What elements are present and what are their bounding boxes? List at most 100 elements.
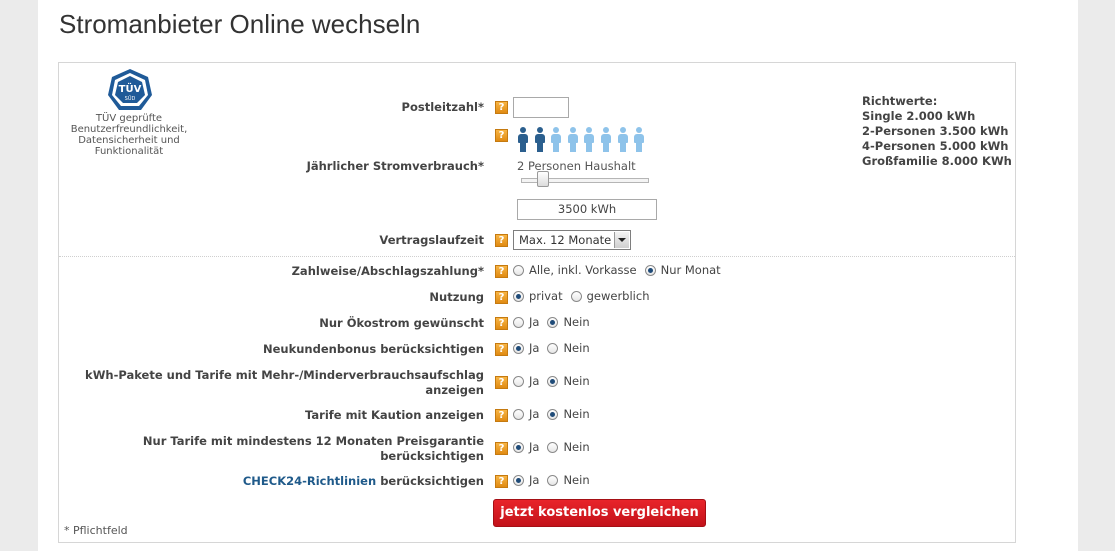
question-label: Zahlweise/Abschlagszahlung* (291, 264, 484, 278)
radio-label: Ja (529, 407, 540, 421)
person-icon[interactable] (550, 127, 562, 153)
verbrauch-label: Jährlicher Stromverbrauch* (306, 159, 484, 173)
person-icon[interactable] (534, 127, 546, 153)
radio-option[interactable]: gewerblich (570, 289, 650, 303)
radio-button[interactable] (570, 290, 582, 302)
radio-option[interactable]: Nur Monat (644, 263, 721, 277)
question-label: Tarife mit Kaution anzeigen (305, 408, 484, 422)
person-icon[interactable] (600, 127, 612, 153)
help-icon[interactable]: ? (495, 409, 508, 422)
richtwerte-item: 4-Personen 5.000 kWh (862, 139, 1009, 153)
radio-label: Nein (563, 374, 590, 388)
radio-group: Alle, inkl. Vorkasse Nur Monat (513, 263, 729, 279)
radio-option[interactable]: privat (513, 289, 563, 303)
radio-button[interactable] (513, 408, 524, 420)
radio-option[interactable]: Ja (513, 374, 539, 388)
radio-option[interactable]: Ja (513, 440, 539, 454)
help-icon[interactable]: ? (495, 475, 508, 488)
radio-button[interactable] (513, 316, 524, 328)
radio-option[interactable]: Alle, inkl. Vorkasse (513, 263, 637, 277)
radio-label: Ja (529, 374, 540, 388)
radio-group: Ja Nein (513, 407, 598, 423)
radio-group: Ja Nein (513, 374, 598, 390)
radio-label: Nein (563, 341, 590, 355)
page-title: Stromanbieter Online wechseln (59, 9, 421, 39)
tuv-logo-text: TÜV (119, 81, 142, 95)
radio-button[interactable] (547, 408, 559, 420)
radio-option[interactable]: Nein (547, 374, 590, 388)
tuv-seal-icon: TÜV SÜD (108, 69, 152, 110)
radio-button[interactable] (547, 342, 559, 354)
richtwerte-item: 2-Personen 3.500 kWh (862, 124, 1009, 138)
radio-label: Nein (563, 440, 590, 454)
radio-button[interactable] (644, 264, 656, 276)
page: Stromanbieter Online wechseln TÜV SÜD TÜ… (38, 0, 1078, 551)
question-label: Nutzung (429, 290, 484, 304)
help-icon[interactable]: ? (495, 343, 508, 356)
help-icon[interactable]: ? (495, 291, 508, 304)
question-label: kWh-Pakete und Tarife mit Mehr-/Minderve… (85, 368, 484, 397)
radio-label: privat (529, 289, 563, 303)
radio-label: Ja (529, 440, 540, 454)
postleitzahl-input[interactable] (513, 97, 569, 118)
radio-label: Nur Monat (660, 263, 721, 277)
chevron-down-icon[interactable] (614, 232, 629, 248)
person-icon[interactable] (633, 127, 645, 153)
richtwerte-item: Single 2.000 kWh (862, 109, 976, 123)
radio-option[interactable]: Nein (547, 341, 590, 355)
vertragslaufzeit-label: Vertragslaufzeit (379, 233, 484, 247)
divider (59, 256, 1015, 257)
person-icon[interactable] (583, 127, 595, 153)
radio-button[interactable] (513, 264, 524, 276)
radio-label: gewerblich (586, 289, 650, 303)
radio-option[interactable]: Nein (547, 473, 590, 487)
radio-option[interactable]: Nein (547, 407, 590, 421)
radio-button[interactable] (547, 441, 559, 453)
consumption-value-field[interactable]: 3500 kWh (517, 199, 657, 220)
question-label: Nur Ökostrom gewünscht (319, 316, 484, 330)
radio-button[interactable] (513, 474, 524, 486)
compare-button[interactable]: jetzt kostenlos vergleichen (493, 499, 706, 527)
consumption-slider-thumb[interactable] (536, 171, 549, 187)
help-icon[interactable]: ? (495, 317, 508, 330)
help-icon[interactable]: ? (495, 101, 508, 114)
question-label: Nur Tarife mit mindestens 12 Monaten Pre… (142, 434, 484, 463)
help-icon[interactable]: ? (495, 265, 508, 278)
person-icon[interactable] (517, 127, 529, 153)
radio-label: Ja (529, 341, 540, 355)
richtwerte-title: Richtwerte: (862, 94, 938, 108)
radio-button[interactable] (547, 375, 559, 387)
radio-option[interactable]: Ja (513, 473, 539, 487)
help-icon[interactable]: ? (495, 234, 508, 247)
person-icon[interactable] (617, 127, 629, 153)
radio-option[interactable]: Ja (513, 407, 539, 421)
radio-option[interactable]: Ja (513, 341, 539, 355)
household-label: 2 Personen Haushalt (517, 159, 636, 173)
radio-button[interactable] (513, 290, 524, 302)
help-icon[interactable]: ? (495, 376, 508, 389)
radio-label: Nein (563, 407, 590, 421)
radio-button[interactable] (513, 441, 524, 453)
help-icon[interactable]: ? (495, 129, 508, 142)
radio-button[interactable] (513, 375, 524, 387)
required-field-note: * Pflichtfeld (64, 524, 128, 537)
radio-option[interactable]: Nein (547, 315, 590, 329)
question-label: CHECK24-Richtlinien berücksichtigen (243, 474, 484, 489)
radio-label: Alle, inkl. Vorkasse (529, 263, 637, 277)
radio-group: Ja Nein (513, 315, 598, 331)
person-icon[interactable] (567, 127, 579, 153)
postleitzahl-label: Postleitzahl* (401, 100, 484, 114)
radio-option[interactable]: Nein (547, 440, 590, 454)
check24-richtlinien-link[interactable]: CHECK24-Richtlinien (243, 474, 376, 488)
radio-button[interactable] (547, 474, 559, 486)
tuv-certificate-text: TÜV geprüfte Benutzerfreundlichkeit, Dat… (70, 113, 188, 157)
radio-button[interactable] (547, 316, 559, 328)
richtwerte-box: Richtwerte: Single 2.000 kWh 2-Personen … (862, 94, 1012, 169)
radio-button[interactable] (513, 342, 524, 354)
vertragslaufzeit-select[interactable]: Max. 12 Monate (513, 230, 631, 250)
richtwerte-item: Großfamilie 8.000 KWh (862, 154, 1012, 168)
tariff-form: TÜV SÜD TÜV geprüfte Benutzerfreundlichk… (58, 62, 1016, 543)
help-icon[interactable]: ? (495, 442, 508, 455)
vertragslaufzeit-selected: Max. 12 Monate (519, 233, 612, 247)
radio-option[interactable]: Ja (513, 315, 539, 329)
